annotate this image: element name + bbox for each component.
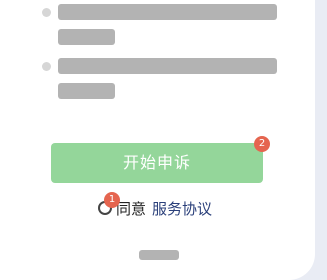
list-bullet bbox=[42, 8, 51, 17]
start-appeal-button[interactable]: 开始申诉 bbox=[51, 143, 263, 183]
text-placeholder bbox=[58, 29, 115, 45]
content-card: 开始申诉 2 同意 服务协议 1 bbox=[0, 0, 315, 280]
agree-radio-badge: 1 bbox=[104, 192, 120, 208]
start-button-badge: 2 bbox=[254, 136, 270, 152]
text-placeholder bbox=[58, 4, 277, 20]
bottom-placeholder bbox=[139, 250, 179, 260]
text-placeholder bbox=[58, 58, 277, 74]
list-bullet bbox=[42, 62, 51, 71]
service-agreement-link[interactable]: 服务协议 bbox=[152, 198, 212, 219]
agree-label: 同意 bbox=[116, 199, 147, 218]
text-placeholder bbox=[58, 83, 115, 99]
